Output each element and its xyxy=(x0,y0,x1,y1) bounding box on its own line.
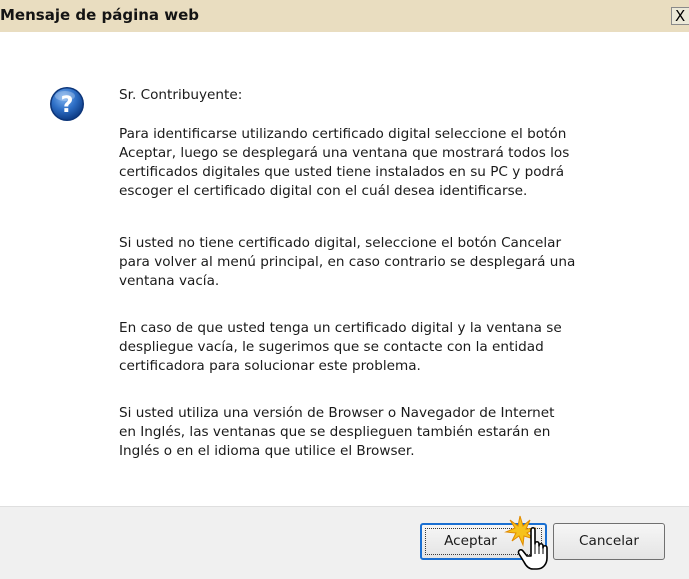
paragraph-line: Para identificarse utilizando certificad… xyxy=(119,126,567,142)
greeting-line: Sr. Contribuyente: xyxy=(119,87,243,103)
paragraph-line: para volver al menú principal, en caso c… xyxy=(119,254,576,270)
paragraph-line: Si usted utiliza una versión de Browser … xyxy=(119,405,555,421)
close-button[interactable]: X xyxy=(671,7,689,25)
paragraph-browser-language: Si usted utiliza una versión de Browser … xyxy=(119,404,679,461)
paragraph-line: Si usted no tiene certificado digital, s… xyxy=(119,235,562,251)
svg-text:?: ? xyxy=(61,93,74,118)
paragraph-empty-window: En caso de que usted tenga un certificad… xyxy=(119,319,679,376)
paragraph-line: escoger el certificado digital con el cu… xyxy=(119,183,528,199)
paragraph-line: certificados digitales que usted tiene i… xyxy=(119,164,565,180)
paragraph-no-certificate: Si usted no tiene certificado digital, s… xyxy=(119,234,679,291)
paragraph-line: en Inglés, las ventanas que se despliegu… xyxy=(119,424,551,440)
cancel-button-label: Cancelar xyxy=(579,533,639,549)
close-icon: X xyxy=(675,7,686,25)
cancel-button[interactable]: Cancelar xyxy=(553,523,665,560)
paragraph-line: Inglés o en el idioma que utilice el Bro… xyxy=(119,443,415,459)
hand-cursor-icon xyxy=(504,515,548,570)
paragraph-line: En caso de que usted tenga un certificad… xyxy=(119,320,562,336)
greeting-text: Sr. Contribuyente: xyxy=(119,86,679,105)
paragraph-line: certificadora para solucionar este probl… xyxy=(119,358,421,374)
dialog-title: Mensaje de página web xyxy=(0,6,200,24)
question-icon: ? xyxy=(50,87,84,121)
paragraph-line: despliegue vacía, le sugerimos que se co… xyxy=(119,339,544,355)
paragraph-line: ventana vacía. xyxy=(119,273,220,289)
paragraph-instructions: Para identificarse utilizando certificad… xyxy=(119,125,679,201)
message-dialog: Mensaje de página web X ? Sr. Contribuye… xyxy=(0,0,689,579)
title-bar[interactable]: Mensaje de página web X xyxy=(0,0,689,32)
paragraph-line: Aceptar, luego se desplegará una ventana… xyxy=(119,145,570,161)
